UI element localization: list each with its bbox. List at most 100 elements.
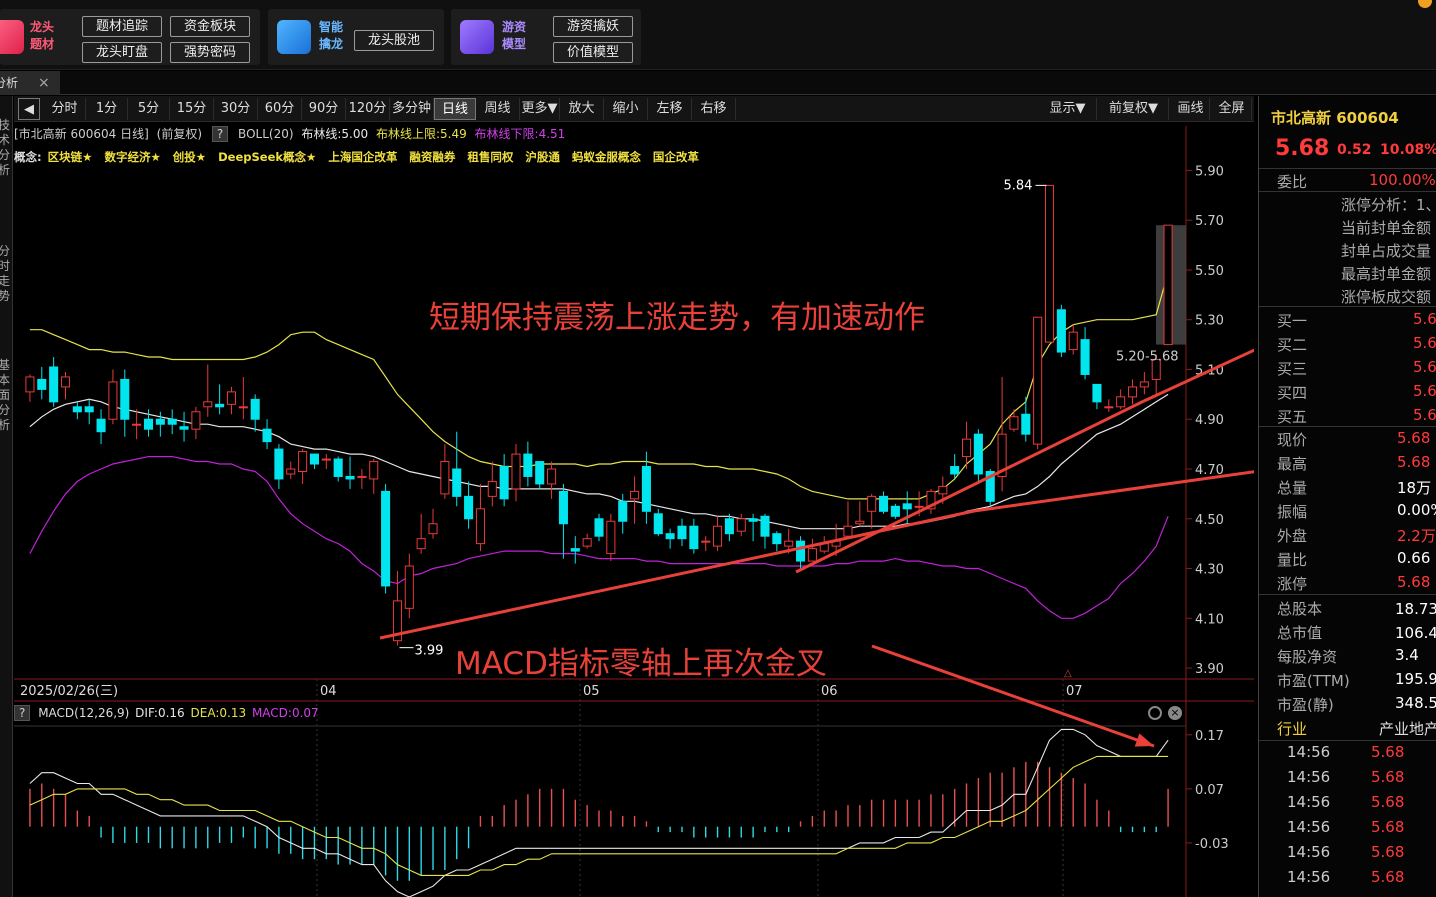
candle-body	[1056, 309, 1066, 353]
candle-body	[1080, 339, 1090, 375]
tick-time: 14:56	[1287, 868, 1331, 886]
period-button-4[interactable]: 30分	[214, 98, 258, 120]
macd-value: MACD:0.07	[251, 706, 319, 720]
price-tick-label: 5.50	[1195, 264, 1224, 279]
smart-dragon-icon	[277, 20, 311, 54]
boll-low-value: 布林线下限:4.51	[474, 127, 566, 141]
candle-body	[701, 540, 711, 543]
hot-money-catch-button[interactable]: 游资擒妖	[553, 16, 633, 37]
period-button-9[interactable]: 日线	[434, 98, 476, 120]
candle-body	[784, 540, 794, 547]
draw-line-button[interactable]: 画线	[1172, 98, 1210, 120]
candle-body	[309, 453, 319, 465]
period-button-7[interactable]: 120分	[346, 98, 390, 120]
period-button-0[interactable]: 分时	[44, 98, 86, 120]
period-button-13[interactable]: 缩小	[604, 98, 648, 120]
topic-tracking-button[interactable]: 题材追踪	[82, 16, 162, 37]
period-button-5[interactable]: 60分	[258, 98, 302, 120]
candle-body	[855, 520, 865, 525]
settings-gear-icon[interactable]	[1148, 706, 1162, 720]
candle-body	[84, 406, 94, 413]
left-sidebar: 技术分析 分时走势 基本面分析	[0, 96, 13, 897]
candle-body	[203, 401, 213, 408]
candle-body	[961, 438, 972, 458]
macd-tick-label: 0.07	[1195, 783, 1224, 798]
price-tick-label: 4.50	[1195, 513, 1224, 528]
tick-time: 14:56	[1287, 793, 1331, 811]
sidebar-item-tech-analysis[interactable]: 技术分析	[0, 118, 10, 178]
fund-sector-button[interactable]: 资金板块	[170, 16, 250, 37]
bid-level-price: 5.64	[1413, 406, 1436, 424]
concept-tag[interactable]: 国企改革	[653, 150, 699, 164]
weibi-value: 100.00%	[1369, 171, 1436, 189]
concept-tag[interactable]: 沪股通	[525, 150, 560, 164]
candle-body	[677, 525, 687, 540]
bid-level-label[interactable]: 买二	[1277, 334, 1307, 355]
candle-body	[689, 525, 699, 550]
macd-tick-label: -0.03	[1195, 837, 1229, 852]
annotation-macd-note: MACD指标零轴上再次金叉	[455, 646, 827, 682]
low-price-label: 3.99	[414, 644, 443, 659]
fullscreen-button[interactable]: 全屏	[1212, 98, 1252, 120]
macd-dif: DIF:0.16	[135, 706, 185, 720]
concept-tag[interactable]: 区块链★	[48, 150, 93, 164]
collapse-left-icon[interactable]: ◀	[18, 98, 40, 120]
bid-level-label[interactable]: 买四	[1277, 382, 1307, 403]
period-button-3[interactable]: 15分	[170, 98, 214, 120]
concept-tag[interactable]: 数字经济★	[104, 150, 160, 164]
notification-dot-icon[interactable]	[1418, 0, 1432, 8]
candle-body	[724, 518, 734, 535]
candle	[1044, 184, 1055, 343]
bid-level-label[interactable]: 买三	[1277, 358, 1307, 379]
period-button-1[interactable]: 1分	[86, 98, 128, 120]
candle-body	[1033, 316, 1043, 445]
concept-tag[interactable]: 上海国企改革	[328, 150, 397, 164]
macd-name[interactable]: MACD(12,26,9)	[38, 706, 129, 720]
dragon-topic-icon	[0, 20, 24, 54]
candle-body	[487, 480, 497, 497]
candle-body	[606, 520, 616, 555]
concept-tag[interactable]: 融资融券	[409, 150, 455, 164]
leader-watch-button[interactable]: 龙头盯盘	[82, 42, 162, 63]
industry-value[interactable]: 产业地产	[1379, 718, 1436, 739]
concept-tag[interactable]: 创投★	[173, 150, 206, 164]
value-model-button[interactable]: 价值模型	[553, 42, 633, 63]
close-indicator-icon[interactable]: ×	[1168, 706, 1182, 720]
tab-close-icon[interactable]: ×	[38, 71, 50, 95]
boll-indicator-name[interactable]: BOLL(20)	[238, 127, 293, 141]
bid-level-label[interactable]: 买一	[1277, 310, 1307, 331]
concept-tag[interactable]: DeepSeek概念★	[218, 150, 316, 164]
fundamental-label: 总市值	[1277, 624, 1323, 642]
candle-body	[381, 490, 391, 587]
tick-price: 5.68	[1371, 868, 1405, 886]
bid-level-label[interactable]: 买五	[1277, 406, 1307, 427]
candle-body	[96, 418, 106, 433]
period-button-12[interactable]: 放大	[560, 98, 604, 120]
stat-label: 现价	[1277, 431, 1308, 449]
period-button-10[interactable]: 周线	[476, 98, 520, 120]
period-button-2[interactable]: 5分	[128, 98, 170, 120]
period-button-14[interactable]: 左移	[648, 98, 692, 120]
top-toolbar: 龙头 题材 题材追踪 资金板块 龙头盯盘 强势密码 智能 擒龙 龙头股池 游资 模型 …	[0, 0, 1436, 70]
leader-pool-button[interactable]: 龙头股池	[354, 30, 434, 51]
period-button-15[interactable]: 右移	[692, 98, 736, 120]
tab-analysis[interactable]: 分析 ×	[0, 71, 60, 95]
candle-body	[1021, 413, 1031, 435]
adjust-menu-button[interactable]: 前复权▼	[1099, 98, 1169, 120]
sidebar-item-fundamental[interactable]: 基本面分析	[0, 358, 10, 433]
sidebar-item-timeshare[interactable]: 分时走势	[0, 244, 10, 304]
macd-help-icon[interactable]: ?	[14, 705, 31, 721]
candle-body	[950, 466, 960, 475]
period-button-6[interactable]: 90分	[302, 98, 346, 120]
tab-row: 分析 ×	[0, 71, 1436, 95]
concept-tag[interactable]: 蚂蚁金服概念	[572, 150, 641, 164]
tick-time: 14:56	[1287, 843, 1331, 861]
candle-body	[25, 376, 35, 393]
kline-chart: 5.905.705.505.305.104.904.704.504.304.10…	[14, 126, 1254, 897]
period-button-11[interactable]: 更多▼	[520, 98, 560, 120]
concept-tag[interactable]: 租售同权	[467, 150, 513, 164]
help-icon[interactable]: ?	[211, 126, 229, 142]
strength-code-button[interactable]: 强势密码	[170, 42, 250, 63]
display-menu-button[interactable]: 显示▼	[1039, 98, 1097, 120]
period-button-8[interactable]: 多分钟	[390, 98, 434, 120]
